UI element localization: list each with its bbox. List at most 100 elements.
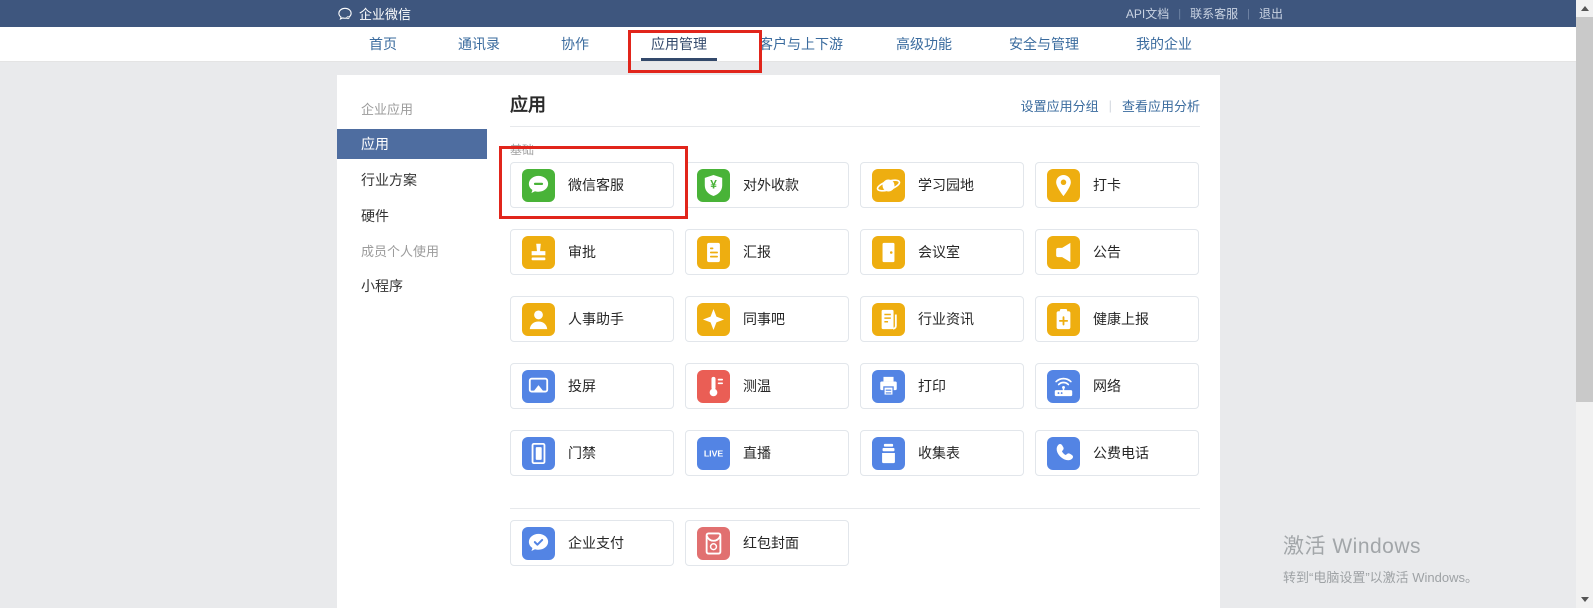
topbar-link[interactable]: API文档 (1126, 5, 1169, 22)
router-icon (1047, 370, 1080, 403)
app-label: 同事吧 (743, 309, 785, 329)
app-label: 公告 (1093, 242, 1121, 262)
topbar-link-separator: | (1247, 8, 1250, 20)
app-card[interactable]: 行业资讯 (860, 296, 1024, 342)
stamp-icon (522, 236, 555, 269)
app-label: 网络 (1093, 376, 1121, 396)
chevron-down-icon (1581, 597, 1589, 602)
app-card[interactable]: 学习园地 (860, 162, 1024, 208)
app-card[interactable]: LIVE 直播 (685, 430, 849, 476)
app-label: 汇报 (743, 242, 771, 262)
watermark-line1: 激活 Windows (1283, 530, 1478, 560)
person-icon (522, 303, 555, 336)
topbar-links: API文档 | 联系客服 | 退出 (1126, 0, 1283, 27)
app-label: 微信客服 (568, 175, 624, 195)
app-card[interactable]: 网络 (1035, 363, 1199, 409)
svg-text:¥: ¥ (710, 177, 717, 191)
sidebar-item[interactable]: 应用 (337, 129, 487, 159)
windows-activation-watermark: 激活 Windows 转到“电脑设置”以激活 Windows。 (1283, 530, 1478, 586)
app-label: 公费电话 (1093, 443, 1149, 463)
yen-shield-icon: ¥ (697, 169, 730, 202)
app-card[interactable]: 红包封面 (685, 520, 849, 566)
topbar-link[interactable]: 退出 (1259, 5, 1283, 22)
app-card[interactable]: 打卡 (1035, 162, 1199, 208)
app-label: 企业支付 (568, 533, 624, 553)
scrollbar-thumb[interactable] (1576, 17, 1593, 402)
action-link[interactable]: 设置应用分组 (1021, 96, 1099, 115)
app-label: 测温 (743, 376, 771, 396)
app-card[interactable]: 公费电话 (1035, 430, 1199, 476)
app-card[interactable]: 企业支付 (510, 520, 674, 566)
sidebar-section-header: 企业应用 (337, 97, 487, 123)
sidebar-item[interactable]: 小程序 (337, 271, 487, 301)
chevron-up-icon (1581, 6, 1589, 11)
red-packet-icon (697, 527, 730, 560)
nav-tab[interactable]: 客户与上下游 (753, 27, 849, 62)
action-separator: | (1109, 98, 1112, 113)
nav-tab[interactable]: 应用管理 (645, 27, 713, 62)
sidebar-item[interactable]: 硬件 (337, 201, 487, 231)
nav-tab[interactable]: 我的企业 (1130, 27, 1198, 62)
app-card[interactable]: 同事吧 (685, 296, 849, 342)
wework-logo-icon (337, 6, 353, 22)
app-label: 门禁 (568, 443, 596, 463)
door-access-icon (522, 437, 555, 470)
topbar-link-separator: | (1178, 8, 1181, 20)
app-card[interactable]: 微信客服 (510, 162, 674, 208)
scrollbar-up-button[interactable] (1576, 0, 1593, 17)
app-card[interactable]: 公告 (1035, 229, 1199, 275)
nav-tab[interactable]: 高级功能 (890, 27, 958, 62)
door-meeting-icon (872, 236, 905, 269)
app-label: 学习园地 (918, 175, 974, 195)
chat-bubble-icon (522, 169, 555, 202)
nav-tab[interactable]: 安全与管理 (1003, 27, 1085, 62)
app-card[interactable]: 健康上报 (1035, 296, 1199, 342)
app-label: 打卡 (1093, 175, 1121, 195)
app-label: 直播 (743, 443, 771, 463)
nav-tab[interactable]: 协作 (555, 27, 595, 62)
sidebar-item[interactable]: 行业方案 (337, 165, 487, 195)
app-card[interactable]: 会议室 (860, 229, 1024, 275)
app-label: 投屏 (568, 376, 596, 396)
app-card[interactable]: 测温 (685, 363, 849, 409)
app-label: 健康上报 (1093, 309, 1149, 329)
app-card[interactable]: ¥对外收款 (685, 162, 849, 208)
header-divider (510, 126, 1200, 127)
app-label: 收集表 (918, 443, 960, 463)
vertical-scrollbar[interactable] (1576, 0, 1593, 608)
app-label: 人事助手 (568, 309, 624, 329)
app-label: 会议室 (918, 242, 960, 262)
thermometer-icon (697, 370, 730, 403)
nav-tab[interactable]: 首页 (363, 27, 403, 62)
brand-label: 企业微信 (359, 4, 411, 23)
scrollbar-down-button[interactable] (1576, 591, 1593, 608)
app-card[interactable]: 审批 (510, 229, 674, 275)
app-card[interactable]: 人事助手 (510, 296, 674, 342)
app-group-label: 基础 (510, 141, 534, 158)
app-card[interactable]: 汇报 (685, 229, 849, 275)
compass-icon (697, 303, 730, 336)
watermark-line2: 转到“电脑设置”以激活 Windows。 (1283, 567, 1478, 586)
section-divider (510, 508, 1200, 509)
main-panel: 企业应用应用行业方案硬件成员个人使用小程序 应用 设置应用分组|查看应用分析 基… (337, 75, 1220, 608)
topbar-link[interactable]: 联系客服 (1190, 5, 1238, 22)
svg-text:LIVE: LIVE (704, 448, 724, 458)
phone-icon (1047, 437, 1080, 470)
app-card[interactable]: 门禁 (510, 430, 674, 476)
sidebar-section-header: 成员个人使用 (337, 239, 487, 265)
app-card[interactable]: 收集表 (860, 430, 1024, 476)
megaphone-icon (1047, 236, 1080, 269)
clipboard-plus-icon (1047, 303, 1080, 336)
main-nav: 首页 通讯录 协作 应用管理 客户与上下游 高级功能 安全与管理 我的企业 (0, 27, 1593, 62)
report-doc-icon (697, 236, 730, 269)
page-title: 应用 (510, 91, 546, 117)
nav-tab[interactable]: 通讯录 (452, 27, 506, 62)
location-pin-icon (1047, 169, 1080, 202)
app-card[interactable]: 打印 (860, 363, 1024, 409)
live-icon: LIVE (697, 437, 730, 470)
action-link[interactable]: 查看应用分析 (1122, 96, 1200, 115)
app-card[interactable]: 投屏 (510, 363, 674, 409)
brand-logo[interactable]: 企业微信 (337, 0, 411, 27)
news-icon (872, 303, 905, 336)
app-label: 打印 (918, 376, 946, 396)
